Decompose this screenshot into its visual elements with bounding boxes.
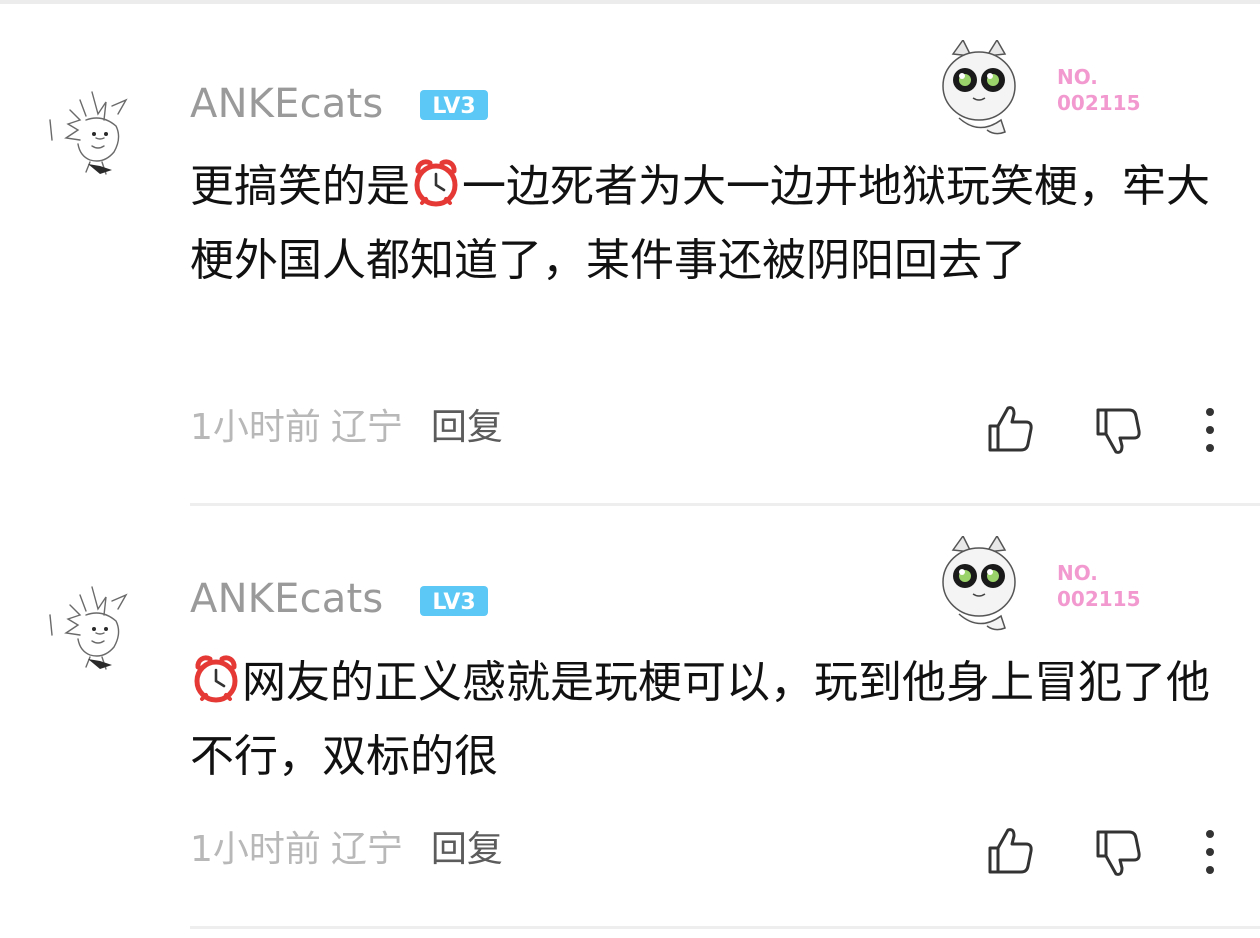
svg-text:LV3: LV3 xyxy=(432,590,475,615)
level-badge: LV3 xyxy=(420,90,488,120)
more-vertical-icon[interactable] xyxy=(1198,824,1222,880)
sketch-cat-avatar-icon xyxy=(49,91,128,175)
svg-text:NO.: NO. xyxy=(1057,65,1098,89)
alarm-clock-icon xyxy=(410,157,462,209)
alarm-clock-icon xyxy=(190,653,242,705)
comment-meta: 1小时前 辽宁 回复 xyxy=(190,404,503,452)
comment-location: 辽宁 xyxy=(330,407,403,448)
cat-pendant-icon xyxy=(942,536,1016,631)
svg-text:002115: 002115 xyxy=(1057,91,1141,115)
more-vertical-icon[interactable] xyxy=(1198,402,1222,458)
comment-time: 1小时前 xyxy=(190,407,321,448)
sketch-cat-avatar-icon xyxy=(49,586,128,670)
avatar-pendant: NO. 002115 xyxy=(935,40,1165,140)
level-badge: LV3 xyxy=(420,586,488,616)
comment-text-segment: 网友的正义感就是玩梗可以，玩到他身上冒犯了他不行，双标的很 xyxy=(190,657,1210,782)
username[interactable]: ANKEcats xyxy=(190,80,383,128)
comment-text: 更搞笑的是 一边死者为大一边开地狱玩笑梗，牢大梗外国人都知道了，某件事还被阴阳回去… xyxy=(190,150,1220,298)
avatar-pendant: NO. 002115 xyxy=(935,536,1165,636)
comment-text: 网友的正义感就是玩梗可以，玩到他身上冒犯了他不行，双标的很 xyxy=(190,646,1220,794)
comment-item: ANKEcats LV3 NO. 002115 xyxy=(0,0,1260,505)
reply-button[interactable]: 回复 xyxy=(431,407,503,448)
comment-item: ANKEcats LV3 NO. 002115 xyxy=(0,506,1260,930)
avatar[interactable] xyxy=(40,575,140,675)
svg-text:LV3: LV3 xyxy=(432,94,475,119)
thumbs-down-icon[interactable] xyxy=(1090,404,1146,460)
reply-button[interactable]: 回复 xyxy=(431,829,503,870)
comment-location: 辽宁 xyxy=(330,829,403,870)
comment-text-segment: 更搞笑的是 xyxy=(190,161,410,212)
comment-time: 1小时前 xyxy=(190,829,321,870)
thumbs-down-icon[interactable] xyxy=(1090,826,1146,882)
thumbs-up-icon[interactable] xyxy=(982,400,1038,456)
comment-divider xyxy=(190,926,1260,929)
thumbs-up-icon[interactable] xyxy=(982,822,1038,878)
cat-pendant-icon xyxy=(942,40,1016,135)
comment-meta: 1小时前 辽宁 回复 xyxy=(190,826,503,874)
svg-text:NO.: NO. xyxy=(1057,561,1098,585)
username[interactable]: ANKEcats xyxy=(190,575,383,623)
avatar[interactable] xyxy=(40,80,140,180)
svg-text:002115: 002115 xyxy=(1057,587,1141,611)
